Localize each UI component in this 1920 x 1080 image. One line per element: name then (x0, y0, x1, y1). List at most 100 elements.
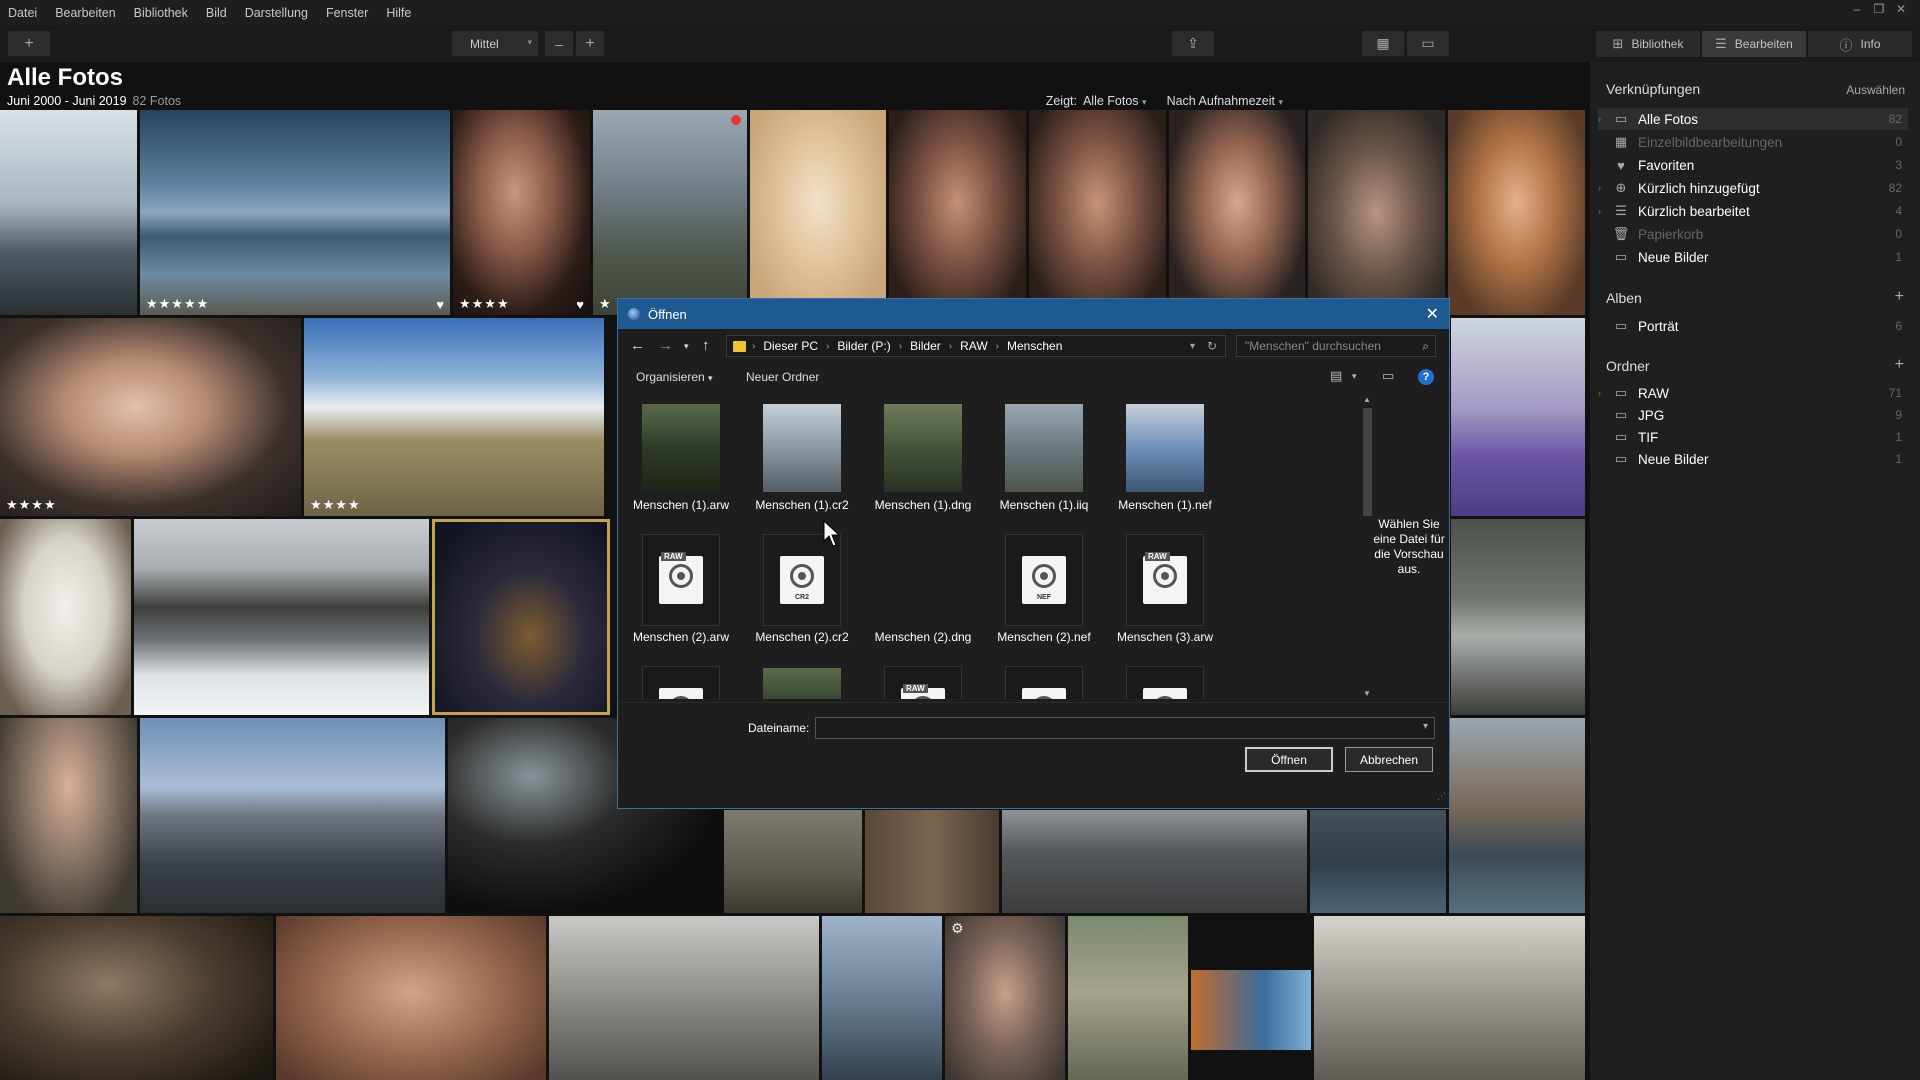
refresh-icon[interactable]: ↻ (1207, 339, 1217, 353)
folder-neue-bilder[interactable]: ▭ Neue Bilder 1 (1598, 448, 1908, 470)
share-button[interactable]: ⇪ (1172, 31, 1214, 56)
shortcut-neue-bilder[interactable]: ▭ Neue Bilder 1 (1598, 246, 1908, 268)
photo-tile[interactable]: ⚙ (945, 916, 1065, 1080)
scroll-down-icon[interactable]: ▼ (1363, 689, 1371, 698)
file-item[interactable]: CR2 (989, 658, 1099, 699)
zoom-select[interactable]: Mittel ▾ (452, 31, 538, 56)
breadcrumb-item[interactable]: Bilder (910, 339, 941, 353)
help-icon[interactable]: ? (1418, 369, 1434, 385)
shortcut-papierkorb[interactable]: 🗑 Papierkorb 0 (1598, 223, 1908, 245)
photo-tile[interactable] (750, 110, 886, 315)
photo-tile[interactable] (1448, 110, 1585, 315)
shortcut-einzelbildbearbeitungen[interactable]: ▦ Einzelbildbearbeitungen 0 (1598, 131, 1908, 153)
photo-tile[interactable] (1449, 718, 1585, 913)
add-folder-icon[interactable]: + (1895, 356, 1904, 374)
file-item[interactable]: Menschen (1).iiq (989, 394, 1099, 524)
scroll-up-icon[interactable]: ▲ (1363, 395, 1371, 404)
breadcrumb-item[interactable]: Bilder (P:) (837, 339, 890, 353)
heart-icon[interactable]: ♥ (576, 297, 584, 312)
menu-bibliothek[interactable]: Bibliothek (126, 6, 198, 20)
menu-datei[interactable]: Datei (0, 6, 47, 20)
scroll-thumb[interactable] (1363, 408, 1372, 516)
filename-input[interactable]: ▾ (815, 717, 1435, 739)
organize-menu[interactable]: Organisieren ▾ (636, 370, 713, 384)
new-folder-button[interactable]: Neuer Ordner (746, 370, 819, 384)
close-icon[interactable]: ✕ (1890, 2, 1912, 16)
photo-tile[interactable]: ★★★★★ ♥ (140, 110, 450, 315)
shortcut-kuerzlich-hinzugefuegt[interactable]: › ⊕ Kürzlich hinzugefügt 82 (1598, 177, 1908, 199)
minimize-icon[interactable]: – (1846, 2, 1868, 16)
add-button[interactable]: + (8, 31, 50, 56)
file-item[interactable]: RAW Menschen (2).arw (626, 526, 736, 656)
photo-tile[interactable] (140, 718, 445, 913)
photo-tile-selected[interactable] (432, 519, 610, 715)
photo-tile[interactable]: ★ (593, 110, 747, 315)
zoom-in-button[interactable]: + (576, 31, 604, 56)
folder-jpg[interactable]: ▭ JPG 9 (1598, 404, 1908, 426)
menu-bild[interactable]: Bild (198, 6, 237, 20)
preview-pane-icon[interactable]: ▭ (1382, 368, 1394, 384)
photo-tile[interactable] (0, 110, 137, 315)
photo-tile[interactable] (822, 916, 942, 1080)
photo-tile[interactable] (1451, 519, 1585, 715)
chevron-down-icon[interactable]: ▾ (684, 341, 689, 352)
photo-tile[interactable] (1068, 916, 1188, 1080)
photo-tile[interactable] (865, 810, 999, 913)
file-item[interactable]: Menschen (1).arw (626, 394, 736, 524)
menu-bearbeiten[interactable]: Bearbeiten (47, 6, 125, 20)
photo-tile[interactable] (889, 110, 1026, 315)
sort-select[interactable]: Nach Aufnahmezeit ▾ (1167, 94, 1283, 108)
photo-tile[interactable]: ★★★★ (0, 318, 301, 516)
tab-bearbeiten[interactable]: ☰ Bearbeiten (1702, 31, 1806, 57)
photo-tile[interactable] (0, 519, 131, 715)
file-item[interactable]: RAW Menschen (3).arw (1110, 526, 1220, 656)
show-filter[interactable]: Alle Fotos ▾ (1083, 94, 1147, 108)
view-options-icon[interactable]: ▤ (1330, 368, 1342, 384)
resize-grip-icon[interactable]: ⋰ (1437, 791, 1446, 802)
tab-bibliothek[interactable]: ⊞ Bibliothek (1596, 31, 1700, 57)
file-item[interactable]: Menschen (2).dng (868, 526, 978, 656)
grid-view-button[interactable]: ▦ (1362, 31, 1404, 56)
photo-tile[interactable] (1314, 916, 1585, 1080)
chevron-down-icon[interactable]: ▾ (1190, 341, 1195, 352)
close-icon[interactable]: ✕ (1426, 304, 1439, 324)
file-item[interactable]: Menschen (1).cr2 (747, 394, 857, 524)
photo-tile[interactable] (1308, 110, 1445, 315)
photo-tile[interactable]: ★★★★ (304, 318, 604, 516)
address-bar[interactable]: › Dieser PC › Bilder (P:) › Bilder › RAW… (726, 335, 1226, 357)
shortcut-kuerzlich-bearbeitet[interactable]: › ☰ Kürzlich bearbeitet 4 (1598, 200, 1908, 222)
photo-tile[interactable] (1169, 110, 1305, 315)
album-portraet[interactable]: ▭ Porträt 6 (1598, 315, 1908, 337)
menu-fenster[interactable]: Fenster (318, 6, 378, 20)
file-item[interactable]: DNG (1110, 658, 1220, 699)
shortcut-favoriten[interactable]: ♥ Favoriten 3 (1598, 154, 1908, 176)
file-item[interactable] (747, 658, 857, 699)
photo-tile[interactable] (1029, 110, 1166, 315)
tab-info[interactable]: ⓘ Info (1808, 31, 1912, 57)
breadcrumb-item[interactable]: Dieser PC (763, 339, 818, 353)
forward-arrow-icon[interactable]: → (658, 337, 673, 354)
file-item[interactable]: NEF Menschen (2).nef (989, 526, 1099, 656)
restore-icon[interactable]: ❐ (1868, 2, 1890, 16)
photo-tile[interactable] (1310, 810, 1446, 913)
search-input[interactable]: "Menschen" durchsuchen ⌕ (1236, 335, 1436, 357)
folder-tif[interactable]: ▭ TIF 1 (1598, 426, 1908, 448)
zoom-out-button[interactable]: – (545, 31, 573, 56)
single-view-button[interactable]: ▭ (1407, 31, 1449, 56)
photo-tile[interactable] (1002, 810, 1307, 913)
shortcut-alle-fotos[interactable]: › ▭ Alle Fotos 82 (1598, 108, 1908, 130)
file-item[interactable]: RAW (868, 658, 978, 699)
photo-tile[interactable] (1451, 318, 1585, 516)
folder-raw[interactable]: › ▭ RAW 71 (1598, 382, 1908, 404)
breadcrumb-item[interactable]: Menschen (1007, 339, 1062, 353)
select-button[interactable]: Auswählen (1846, 83, 1905, 97)
photo-tile[interactable] (724, 810, 862, 913)
chevron-down-icon[interactable]: ▾ (1352, 371, 1357, 382)
file-item[interactable]: Menschen (1).dng (868, 394, 978, 524)
file-item[interactable]: DNG (626, 658, 736, 699)
menu-hilfe[interactable]: Hilfe (378, 6, 421, 20)
photo-tile[interactable] (0, 916, 273, 1080)
up-arrow-icon[interactable]: ↑ (702, 337, 710, 354)
breadcrumb-item[interactable]: RAW (960, 339, 988, 353)
file-item[interactable]: Menschen (1).nef (1110, 394, 1220, 524)
